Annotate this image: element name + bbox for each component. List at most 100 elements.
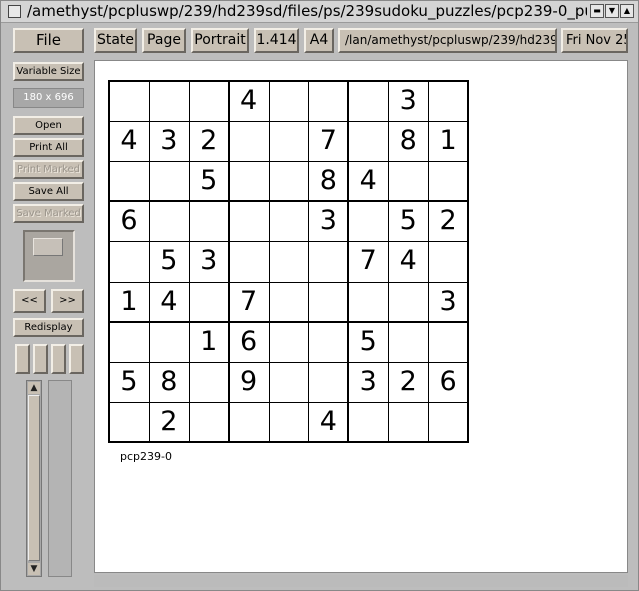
iconify-icon[interactable]: ▼ <box>605 4 619 18</box>
sudoku-cell <box>348 201 388 241</box>
sudoku-cell <box>388 161 428 201</box>
state-menu-button[interactable]: State <box>94 28 137 53</box>
sudoku-cell: 8 <box>160 365 178 397</box>
sudoku-cell <box>269 241 309 281</box>
grid-line <box>108 80 110 443</box>
sudoku-cell <box>189 282 229 322</box>
sudoku-cell: 4 <box>319 405 337 437</box>
sudoku-cell <box>149 161 189 201</box>
window-menu-icon[interactable] <box>8 5 21 18</box>
sudoku-cell <box>348 282 388 322</box>
sudoku-cell: 3 <box>319 205 337 237</box>
sudoku-cell <box>388 322 428 362</box>
sudoku-cell <box>428 322 468 362</box>
sudoku-cell: 2 <box>439 205 457 237</box>
page-list-toggle-4[interactable] <box>69 344 84 374</box>
sudoku-cell <box>109 241 149 281</box>
grid-line <box>188 80 190 443</box>
sudoku-cell <box>348 121 388 161</box>
save-all-button[interactable]: Save All <box>13 182 84 201</box>
grid-line <box>108 200 469 203</box>
sudoku-cell: 6 <box>439 365 457 397</box>
sudoku-cell <box>348 402 388 442</box>
save-marked-button[interactable]: Save Marked <box>13 204 84 223</box>
sudoku-cell <box>308 81 348 121</box>
sudoku-cell <box>308 322 348 362</box>
variable-size-button[interactable]: Variable Size <box>13 62 84 81</box>
sudoku-cell: 1 <box>439 125 457 157</box>
paper-size-button[interactable]: A4 <box>304 28 334 53</box>
page-list[interactable] <box>48 380 72 577</box>
sudoku-cell <box>269 362 309 402</box>
sudoku-cell <box>109 402 149 442</box>
date-button[interactable]: Fri Nov 25 <box>561 28 628 53</box>
grid-line <box>108 281 469 283</box>
grid-line <box>108 401 469 403</box>
scrollbar-thumb[interactable] <box>28 395 40 561</box>
title-bar[interactable]: /amethyst/pcpluswp/239/hd239sd/files/ps/… <box>1 1 638 23</box>
grid-line <box>108 361 469 363</box>
file-path-button[interactable]: /lan/amethyst/pcpluswp/239/hd239sd <box>338 28 557 53</box>
sudoku-cell: 2 <box>200 125 218 157</box>
sudoku-cell <box>189 402 229 442</box>
sudoku-cell: 8 <box>399 125 417 157</box>
file-menu-button[interactable]: File <box>13 28 84 53</box>
previous-page-button[interactable]: << <box>13 289 46 313</box>
sudoku-cell <box>109 322 149 362</box>
sudoku-cell: 6 <box>240 325 258 357</box>
sudoku-cell <box>388 282 428 322</box>
sudoku-cell: 2 <box>399 365 417 397</box>
page-list-scrollbar[interactable]: ▲ ▼ <box>26 380 42 577</box>
window-title: /amethyst/pcpluswp/239/hd239sd/files/ps/… <box>27 2 587 20</box>
sudoku-cell: 5 <box>200 165 218 197</box>
grid-line <box>308 80 310 443</box>
sudoku-cell: 7 <box>319 125 337 157</box>
next-page-button[interactable]: >> <box>51 289 84 313</box>
puzzle-caption: pcp239-0 <box>120 450 172 463</box>
sudoku-cell: 4 <box>160 285 178 317</box>
sudoku-cell <box>229 201 269 241</box>
sudoku-cell: 4 <box>359 165 377 197</box>
sudoku-cell: 4 <box>120 125 138 157</box>
document-canvas[interactable]: 4343278158463525374147316558932624 pcp23… <box>94 60 628 573</box>
open-button[interactable]: Open <box>13 116 84 135</box>
sudoku-cell: 3 <box>200 245 218 277</box>
scroll-down-arrow-icon[interactable]: ▼ <box>28 563 40 575</box>
maximize-icon[interactable]: ▲ <box>620 4 634 18</box>
sudoku-cell: 4 <box>399 245 417 277</box>
sudoku-cell: 3 <box>439 285 457 317</box>
page-list-toggle-2[interactable] <box>33 344 48 374</box>
sudoku-cell <box>149 81 189 121</box>
grid-line <box>227 80 230 443</box>
sudoku-cell <box>229 121 269 161</box>
orientation-button[interactable]: Portrait <box>191 28 249 53</box>
sudoku-cell <box>229 161 269 201</box>
horizontal-scrollbar[interactable] <box>94 575 628 587</box>
magnification-button[interactable]: 1.414 <box>254 28 299 53</box>
sudoku-cell: 5 <box>399 205 417 237</box>
sudoku-cell: 5 <box>160 245 178 277</box>
page-preview-viewport[interactable] <box>33 238 63 256</box>
print-all-button[interactable]: Print All <box>13 138 84 157</box>
sudoku-cell: 3 <box>359 365 377 397</box>
page-list-toggle-3[interactable] <box>51 344 66 374</box>
grid-line <box>388 80 390 443</box>
sudoku-cell <box>428 402 468 442</box>
page-preview-panner[interactable] <box>23 230 75 282</box>
sudoku-cell: 5 <box>359 325 377 357</box>
sudoku-cell <box>269 402 309 442</box>
redisplay-button[interactable]: Redisplay <box>13 318 84 337</box>
print-marked-button[interactable]: Print Marked <box>13 160 84 179</box>
page-list-toggle-1[interactable] <box>15 344 30 374</box>
scroll-up-arrow-icon[interactable]: ▲ <box>28 382 40 394</box>
sudoku-cell <box>109 161 149 201</box>
sudoku-cell <box>229 402 269 442</box>
sudoku-cell <box>269 161 309 201</box>
sudoku-cell <box>149 201 189 241</box>
sudoku-cell <box>269 322 309 362</box>
page-menu-button[interactable]: Page <box>142 28 186 53</box>
sudoku-cell <box>428 161 468 201</box>
minimize-icon[interactable]: ▬ <box>590 4 604 18</box>
grid-line <box>108 241 469 243</box>
sudoku-cell: 3 <box>399 85 417 116</box>
